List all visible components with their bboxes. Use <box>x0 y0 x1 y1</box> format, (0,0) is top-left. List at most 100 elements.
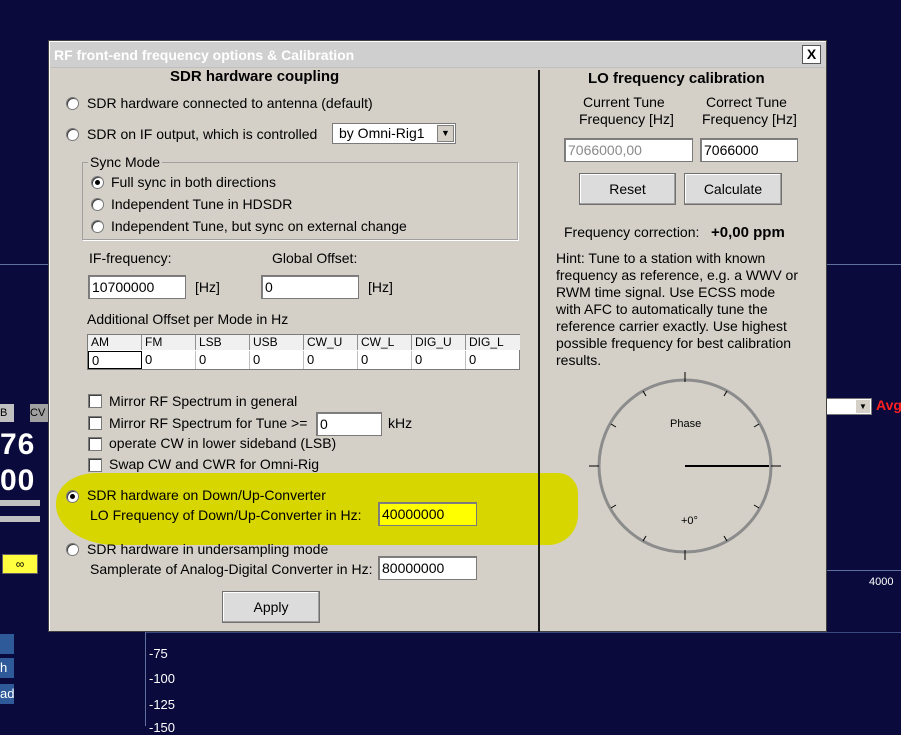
bg-frequency-digits-1: 76 <box>0 428 36 461</box>
apply-button[interactable]: Apply <box>222 591 320 623</box>
offset-col-lsb: LSB <box>196 335 250 350</box>
radio-sync-full[interactable] <box>91 176 104 189</box>
if-frequency-input[interactable]: 10700000 <box>88 275 186 299</box>
radio-sync-independent-label: Independent Tune in HDSDR <box>111 196 293 212</box>
offset-table: AM FM LSB USB CW_U CW_L DIG_U DIG_L 0 0 … <box>87 334 520 370</box>
bg-dropdown[interactable]: ▼ <box>826 398 872 415</box>
offset-cell-lsb[interactable]: 0 <box>196 351 250 369</box>
dialog-title: RF front-end frequency options & Calibra… <box>54 47 355 63</box>
section-divider <box>538 70 540 632</box>
bg-gridline <box>826 570 901 571</box>
calculate-button[interactable]: Calculate <box>684 173 782 205</box>
phase-dial: Phase +0° <box>589 372 781 560</box>
global-offset-label: Global Offset: <box>272 250 358 266</box>
bg-frequency-digits-2: 00 <box>0 464 36 497</box>
offset-col-digu: DIG_U <box>412 335 466 350</box>
radio-undersampling-label: SDR hardware in undersampling mode <box>87 541 329 557</box>
phase-label: Phase <box>670 418 701 430</box>
offset-cell-fm[interactable]: 0 <box>142 351 196 369</box>
chevron-down-icon: ▼ <box>856 400 870 413</box>
chevron-down-icon: ▼ <box>437 125 454 142</box>
close-icon: X <box>806 46 817 62</box>
section-title-calibration: LO frequency calibration <box>588 70 765 87</box>
offset-cell-digu[interactable]: 0 <box>412 351 466 369</box>
if-control-select-value: by Omni-Rig1 <box>339 125 425 141</box>
section-title-coupling: SDR hardware coupling <box>170 68 340 85</box>
close-button[interactable]: X <box>802 45 821 64</box>
check-swap-cw[interactable] <box>88 458 102 472</box>
hz-unit-label: [Hz] <box>368 279 393 295</box>
bg-slider[interactable] <box>0 500 40 506</box>
radio-sync-external[interactable] <box>91 220 104 233</box>
calibration-hint: Hint: Tune to a station with known frequ… <box>556 250 798 368</box>
bg-side-button[interactable]: ad <box>0 684 14 704</box>
check-cw-lsb-label: operate CW in lower sideband (LSB) <box>109 435 337 451</box>
radio-if-output[interactable] <box>66 128 79 141</box>
bg-gridline <box>0 264 48 265</box>
if-control-select[interactable]: by Omni-Rig1 ▼ <box>332 123 456 144</box>
radio-antenna[interactable] <box>66 97 79 110</box>
khz-unit-label: kHz <box>388 415 413 431</box>
phase-value: +0° <box>681 515 698 527</box>
lo-frequency-input[interactable]: 40000000 <box>378 502 477 526</box>
additional-offset-label: Additional Offset per Mode in Hz <box>87 311 289 327</box>
radio-if-output-label: SDR on IF output, which is controlled <box>87 126 318 142</box>
bg-y-tick: -75 <box>149 646 168 661</box>
current-tune-input[interactable]: 7066000,00 <box>564 138 693 162</box>
offset-cell-cwu[interactable]: 0 <box>304 351 358 369</box>
global-offset-input[interactable]: 0 <box>261 275 359 299</box>
correct-tune-input[interactable]: 7066000 <box>700 138 798 162</box>
offset-col-am: AM <box>88 335 142 350</box>
bg-side-button[interactable]: h <box>0 658 14 678</box>
radio-sync-external-label: Independent Tune, but sync on external c… <box>111 218 407 234</box>
radio-sync-independent[interactable] <box>91 198 104 211</box>
bg-y-tick: -150 <box>149 720 176 735</box>
bg-slider[interactable] <box>0 516 40 522</box>
calibration-dialog: RF front-end frequency options & Calibra… <box>48 40 827 632</box>
radio-converter[interactable] <box>66 490 79 503</box>
offset-col-cwu: CW_U <box>304 335 358 350</box>
current-tune-label-line1: Current Tune <box>583 94 665 110</box>
offset-col-fm: FM <box>142 335 196 350</box>
dialog-titlebar[interactable]: RF front-end frequency options & Calibra… <box>50 42 825 68</box>
mirror-tune-input[interactable]: 0 <box>316 412 382 436</box>
offset-cell-am[interactable]: 0 <box>88 351 142 369</box>
current-tune-label-line2: Frequency [Hz] <box>579 111 674 127</box>
hz-unit-label: [Hz] <box>195 279 220 295</box>
reset-button[interactable]: Reset <box>579 173 676 205</box>
offset-cell-cwl[interactable]: 0 <box>358 351 412 369</box>
radio-converter-label: SDR hardware on Down/Up-Converter <box>87 487 326 503</box>
offset-col-cwl: CW_L <box>358 335 412 350</box>
check-mirror-tune[interactable] <box>88 416 102 430</box>
bg-x-tick: 4000 <box>869 576 894 588</box>
correct-tune-label-line2: Frequency [Hz] <box>702 111 797 127</box>
bg-avg-label: Avg <box>876 397 901 413</box>
radio-sync-full-label: Full sync in both directions <box>111 174 276 190</box>
correct-tune-label-line1: Correct Tune <box>706 94 787 110</box>
check-cw-lsb[interactable] <box>88 437 102 451</box>
bg-gridline <box>145 632 901 633</box>
lo-frequency-label: LO Frequency of Down/Up-Converter in Hz: <box>90 507 362 523</box>
bg-mini-button-cv[interactable]: CV <box>30 404 48 422</box>
freq-correction-label: Frequency correction: <box>564 224 700 240</box>
offset-cell-usb[interactable]: 0 <box>250 351 304 369</box>
bg-mini-label: CV <box>30 407 46 419</box>
offset-col-digl: DIG_L <box>466 335 520 350</box>
offset-col-usb: USB <box>250 335 304 350</box>
bg-y-tick: -125 <box>149 697 176 712</box>
bg-link-icon[interactable]: ∞ <box>2 554 38 574</box>
check-swap-cw-label: Swap CW and CWR for Omni-Rig <box>109 456 320 472</box>
samplerate-input[interactable]: 80000000 <box>378 556 477 580</box>
radio-undersampling[interactable] <box>66 543 79 556</box>
bg-axis <box>145 632 146 726</box>
bg-side-button[interactable] <box>0 634 14 654</box>
bg-mini-button-b[interactable]: B <box>0 404 14 422</box>
samplerate-label: Samplerate of Analog-Digital Converter i… <box>90 561 373 577</box>
bg-gridline <box>826 264 901 265</box>
bg-y-tick: -100 <box>149 671 176 686</box>
check-mirror-general[interactable] <box>88 394 102 408</box>
radio-antenna-label: SDR hardware connected to antenna (defau… <box>87 95 373 111</box>
offset-cell-digl[interactable]: 0 <box>466 351 520 369</box>
if-frequency-label: IF-frequency: <box>89 250 172 266</box>
freq-correction-value: +0,00 ppm <box>711 224 785 241</box>
